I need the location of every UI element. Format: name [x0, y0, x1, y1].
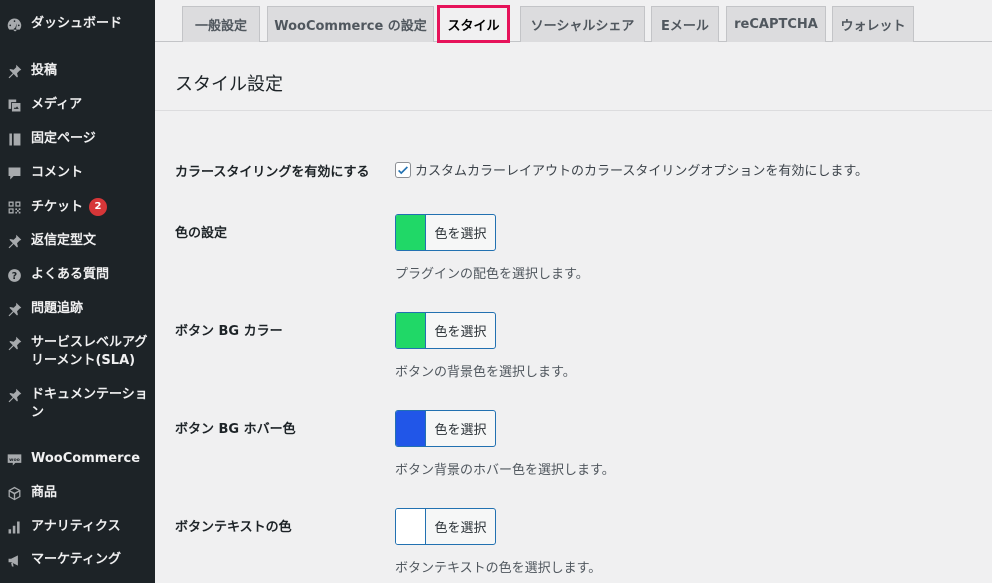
- color-picker-label: 色を選択: [434, 325, 487, 340]
- color-picker-label: 色を選択: [434, 227, 487, 242]
- settings-tabs: 一般設定 WooCommerce の設定 スタイル ソーシャルシェア Eメール …: [155, 0, 992, 43]
- svg-text:?: ?: [11, 270, 16, 281]
- sidebar-item-dashboard[interactable]: ダッシュボード: [0, 15, 155, 33]
- sidebar-item-pages[interactable]: 固定ページ: [0, 130, 155, 148]
- pin-icon: [4, 232, 24, 250]
- comment-icon: [4, 164, 24, 182]
- button-text-color-description: ボタンテキストの色を選択します。: [395, 561, 602, 576]
- sidebar-item-label: 返信定型文: [31, 233, 97, 248]
- button-hover-color-picker-button[interactable]: 色を選択: [395, 410, 496, 447]
- sidebar-item-media[interactable]: メディア: [0, 96, 155, 114]
- button-text-color-label: ボタンテキストの色: [175, 520, 292, 535]
- enable-styling-checkbox[interactable]: [395, 161, 411, 178]
- page-icon: [4, 130, 24, 148]
- pin-icon: [4, 386, 24, 404]
- button-hover-color-label: ボタン BG ホバー色: [175, 422, 296, 437]
- tab-wallet[interactable]: ウォレット: [832, 6, 914, 42]
- button-bg-color-picker-button[interactable]: 色を選択: [395, 312, 496, 349]
- button-hover-color-description: ボタン背景のホバー色を選択します。: [395, 463, 615, 478]
- pin-icon: [4, 62, 24, 80]
- pin-icon: [4, 334, 24, 352]
- tab-email[interactable]: Eメール: [651, 6, 719, 42]
- sidebar-item-faq[interactable]: ? よくある質問: [0, 266, 155, 284]
- sidebar-item-sla[interactable]: サービスレベルアグリーメント(SLA): [0, 334, 155, 370]
- sidebar-item-label: 固定ページ: [31, 131, 96, 146]
- color-picker-label: 色を選択: [434, 521, 487, 536]
- grid-icon: [4, 198, 24, 216]
- dashboard-icon: [4, 15, 24, 33]
- color-swatch: [396, 509, 426, 544]
- sidebar-item-label: メディア: [31, 97, 83, 112]
- tab-woocommerce[interactable]: WooCommerce の設定: [267, 6, 434, 42]
- button-bg-color-label: ボタン BG カラー: [175, 324, 283, 339]
- color-swatch: [396, 313, 426, 348]
- media-icon: [4, 96, 24, 114]
- color-swatch: [396, 215, 426, 250]
- color-setting-label: 色の設定: [175, 226, 228, 241]
- enable-styling-option[interactable]: カスタムカラーレイアウトのカラースタイリングオプションを有効にします。: [395, 160, 868, 179]
- sidebar-item-label: チケット: [31, 199, 84, 215]
- tab-recaptcha[interactable]: reCAPTCHA: [726, 6, 826, 42]
- bar-chart-icon: [4, 518, 24, 536]
- main-content: 一般設定 WooCommerce の設定 スタイル ソーシャルシェア Eメール …: [155, 0, 992, 583]
- notification-badge: 2: [89, 198, 108, 216]
- color-setting-description: プラグインの配色を選択します。: [395, 267, 589, 282]
- sidebar-item-tickets[interactable]: チケット 2: [0, 198, 155, 217]
- svg-text:woo: woo: [9, 457, 20, 462]
- sidebar-item-label: コメント: [31, 165, 84, 180]
- sidebar-item-posts[interactable]: 投稿: [0, 62, 155, 80]
- sidebar-item-label: マーケティング: [31, 552, 121, 567]
- sidebar-item-products[interactable]: 商品: [0, 484, 155, 502]
- section-divider: [155, 110, 992, 111]
- sidebar-item-label: ダッシュボード: [31, 16, 123, 31]
- button-text-color-picker-button[interactable]: 色を選択: [395, 508, 496, 545]
- sidebar-item-label: アナリティクス: [31, 519, 121, 534]
- sidebar-item-marketing[interactable]: マーケティング: [0, 551, 155, 569]
- sidebar-item-label: 問題追跡: [31, 301, 84, 316]
- sidebar-item-documentation[interactable]: ドキュメンテーション: [0, 386, 155, 422]
- tab-general[interactable]: 一般設定: [182, 6, 260, 42]
- sidebar-item-comments[interactable]: コメント: [0, 164, 155, 182]
- woo-icon: woo: [4, 450, 24, 468]
- megaphone-icon: [4, 551, 24, 569]
- enable-styling-label: カラースタイリングを有効にする: [175, 165, 370, 180]
- sidebar-item-label: よくある質問: [31, 267, 110, 282]
- question-icon: ?: [4, 266, 24, 284]
- plugin-color-picker-button[interactable]: 色を選択: [395, 214, 496, 251]
- button-bg-color-description: ボタンの背景色を選択します。: [395, 365, 576, 380]
- sidebar-item-label: ドキュメンテーション: [31, 387, 148, 420]
- sidebar-item-label: 投稿: [31, 63, 58, 78]
- checkmark-icon: [398, 165, 408, 174]
- tab-style[interactable]: スタイル: [437, 5, 510, 43]
- enable-styling-text: カスタムカラーレイアウトのカラースタイリングオプションを有効にします。: [415, 164, 869, 179]
- color-picker-label: 色を選択: [434, 423, 487, 438]
- sidebar-item-analytics[interactable]: アナリティクス: [0, 518, 155, 536]
- tab-social-share[interactable]: ソーシャルシェア: [520, 6, 645, 42]
- sidebar-item-label: WooCommerce: [31, 451, 141, 466]
- cube-icon: [4, 484, 24, 502]
- pin-icon: [4, 300, 24, 318]
- sidebar-item-label: サービスレベルアグリーメント(SLA): [31, 335, 148, 368]
- color-swatch: [396, 411, 426, 446]
- sidebar-item-issue-tracking[interactable]: 問題追跡: [0, 300, 155, 318]
- sidebar-item-label: 商品: [31, 485, 58, 500]
- page-title: スタイル設定: [175, 74, 283, 95]
- sidebar-item-canned-responses[interactable]: 返信定型文: [0, 232, 155, 250]
- admin-sidebar: ダッシュボード 投稿 メディア 固定ページ コメント チケット 2 返信定型文: [0, 0, 155, 583]
- sidebar-item-woocommerce[interactable]: woo WooCommerce: [0, 450, 155, 468]
